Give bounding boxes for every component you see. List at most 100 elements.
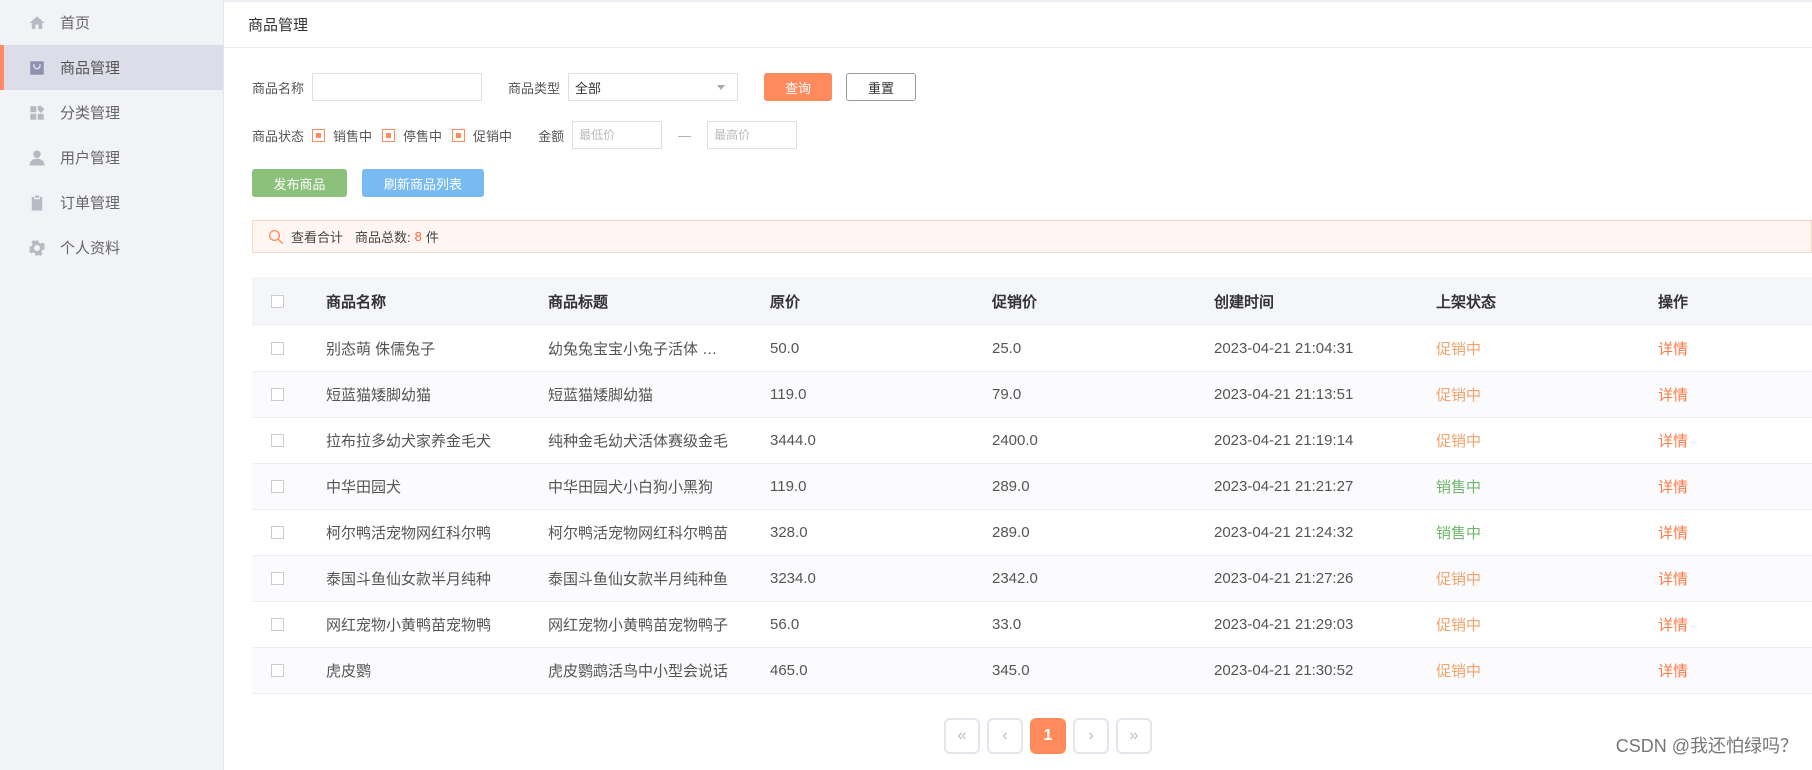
cell-promo-price: 345.0 <box>992 662 1030 679</box>
product-name-label: 商品名称 <box>252 80 305 96</box>
row-checkbox[interactable] <box>270 664 284 677</box>
table-row: 拉布拉多幼犬家养金毛犬 纯种金毛幼犬活体赛级金毛 3444.0 2400.0 2… <box>252 418 1812 464</box>
row-checkbox[interactable] <box>270 388 284 401</box>
status-checkbox-off-sale[interactable]: 停售中 <box>382 126 442 145</box>
cell-price: 119.0 <box>770 386 807 403</box>
cell-name: 虎皮鹦 <box>326 663 372 680</box>
cell-created: 2023-04-21 21:13:51 <box>1214 386 1354 403</box>
column-header: 促销价 <box>992 294 1038 311</box>
sidebar-item-home[interactable]: 首页 <box>0 0 223 45</box>
detail-link[interactable]: 详情 <box>1658 568 1758 589</box>
sidebar: 首页 商品管理 分类管理 用户管理 订单管理 个人资料 <box>0 0 224 770</box>
product-type-select[interactable]: 全部 <box>568 73 739 101</box>
max-price-input[interactable] <box>707 121 798 149</box>
summary-bar: 查看合计 商品总数: 8 件 <box>252 220 1812 253</box>
filter-row-1: 商品名称 商品类型 全部 查询 重置 <box>252 72 1812 102</box>
next-page-button[interactable]: › <box>1073 718 1109 754</box>
row-checkbox[interactable] <box>270 342 284 355</box>
gear-icon <box>28 239 46 257</box>
cell-created: 2023-04-21 21:27:26 <box>1214 570 1354 587</box>
row-checkbox[interactable] <box>270 480 284 493</box>
checkbox-checked-icon <box>452 128 466 142</box>
last-page-button[interactable]: » <box>1116 718 1152 754</box>
cell-name: 泰国斗鱼仙女款半月纯种 <box>326 571 492 588</box>
reset-button[interactable]: 重置 <box>846 73 917 101</box>
checkbox-checked-icon <box>382 128 396 142</box>
sidebar-item-label: 首页 <box>60 15 91 32</box>
detail-link[interactable]: 详情 <box>1658 430 1758 451</box>
cell-price: 56.0 <box>770 616 800 633</box>
cell-title: 柯尔鸭活宠物网红科尔鸭苗 <box>548 525 729 542</box>
detail-link[interactable]: 详情 <box>1658 522 1758 543</box>
detail-link[interactable]: 详情 <box>1658 614 1758 635</box>
cell-status: 促销中 <box>1436 387 1482 404</box>
status-checkbox-promotion[interactable]: 促销中 <box>452 126 512 145</box>
cell-promo-price: 289.0 <box>992 524 1030 541</box>
status-checkbox-on-sale[interactable]: 销售中 <box>312 126 372 145</box>
sidebar-item-products[interactable]: 商品管理 <box>0 45 223 90</box>
sidebar-item-users[interactable]: 用户管理 <box>0 135 223 180</box>
column-header: 商品标题 <box>548 294 609 311</box>
cell-name: 中华田园犬 <box>326 479 402 496</box>
current-page-button[interactable]: 1 <box>1030 718 1066 754</box>
column-header: 上架状态 <box>1436 294 1497 311</box>
sidebar-item-categories[interactable]: 分类管理 <box>0 90 223 135</box>
min-price-input[interactable] <box>572 121 663 149</box>
cell-title: 中华田园犬小白狗小黑狗 <box>548 479 714 496</box>
table-row: 短蓝猫矮脚幼猫 短蓝猫矮脚幼猫 119.0 79.0 2023-04-21 21… <box>252 372 1812 418</box>
cell-status: 促销中 <box>1436 571 1482 588</box>
table-row: 泰国斗鱼仙女款半月纯种 泰国斗鱼仙女款半月纯种鱼 3234.0 2342.0 2… <box>252 556 1812 602</box>
cell-promo-price: 33.0 <box>992 616 1022 633</box>
cell-price: 119.0 <box>770 478 807 495</box>
cell-promo-price: 25.0 <box>992 340 1022 357</box>
cell-status: 销售中 <box>1436 479 1482 496</box>
cell-price: 3444.0 <box>770 432 816 449</box>
home-icon <box>28 14 46 32</box>
cell-name: 短蓝猫矮脚幼猫 <box>326 387 432 404</box>
status-option-label: 促销中 <box>473 128 513 144</box>
table-row: 中华田园犬 中华田园犬小白狗小黑狗 119.0 289.0 2023-04-21… <box>252 464 1812 510</box>
product-name-input[interactable] <box>312 73 483 101</box>
row-checkbox[interactable] <box>270 572 284 585</box>
cell-status: 促销中 <box>1436 663 1482 680</box>
row-checkbox[interactable] <box>270 618 284 631</box>
publish-product-button[interactable]: 发布商品 <box>252 169 347 197</box>
cell-status: 促销中 <box>1436 617 1482 634</box>
detail-link[interactable]: 详情 <box>1658 476 1758 497</box>
search-icon <box>268 229 284 244</box>
cell-title: 虎皮鹦鹉活鸟中小型会说话 <box>548 663 729 680</box>
sidebar-item-orders[interactable]: 订单管理 <box>0 180 223 225</box>
cell-created: 2023-04-21 21:19:14 <box>1214 432 1354 449</box>
chevron-down-icon <box>717 85 726 90</box>
cell-promo-price: 2342.0 <box>992 570 1038 587</box>
cell-title: 纯种金毛幼犬活体赛级金毛 <box>548 433 729 450</box>
cell-created: 2023-04-21 21:24:32 <box>1214 524 1354 541</box>
cell-price: 3234.0 <box>770 570 816 587</box>
cell-promo-price: 79.0 <box>992 386 1022 403</box>
filter-row-2: 商品状态 销售中 停售中 促销中 金额 — <box>252 120 1812 150</box>
first-page-button[interactable]: « <box>944 718 980 754</box>
cell-title: 泰国斗鱼仙女款半月纯种鱼 <box>548 571 729 588</box>
view-total-text: 查看合计 <box>291 230 344 245</box>
topbar: 商品管理 <box>224 0 1812 48</box>
detail-link[interactable]: 详情 <box>1658 660 1758 681</box>
checkbox-checked-icon <box>312 128 326 142</box>
sidebar-item-label: 订单管理 <box>60 195 121 212</box>
select-all-checkbox[interactable] <box>270 295 284 308</box>
bag-icon <box>28 59 46 77</box>
status-option-label: 销售中 <box>333 128 373 144</box>
sidebar-item-profile[interactable]: 个人资料 <box>0 225 223 270</box>
query-button[interactable]: 查询 <box>764 73 833 101</box>
sidebar-item-label: 分类管理 <box>60 105 121 122</box>
refresh-list-button[interactable]: 刷新商品列表 <box>362 169 484 197</box>
row-checkbox[interactable] <box>270 526 284 539</box>
cell-status: 促销中 <box>1436 433 1482 450</box>
detail-link[interactable]: 详情 <box>1658 338 1758 359</box>
status-option-label: 停售中 <box>403 128 443 144</box>
cell-title: 网红宠物小黄鸭苗宠物鸭子 <box>548 617 729 634</box>
cell-promo-price: 289.0 <box>992 478 1030 495</box>
cell-promo-price: 2400.0 <box>992 432 1038 449</box>
row-checkbox[interactable] <box>270 434 284 447</box>
detail-link[interactable]: 详情 <box>1658 384 1758 405</box>
prev-page-button[interactable]: ‹ <box>987 718 1023 754</box>
